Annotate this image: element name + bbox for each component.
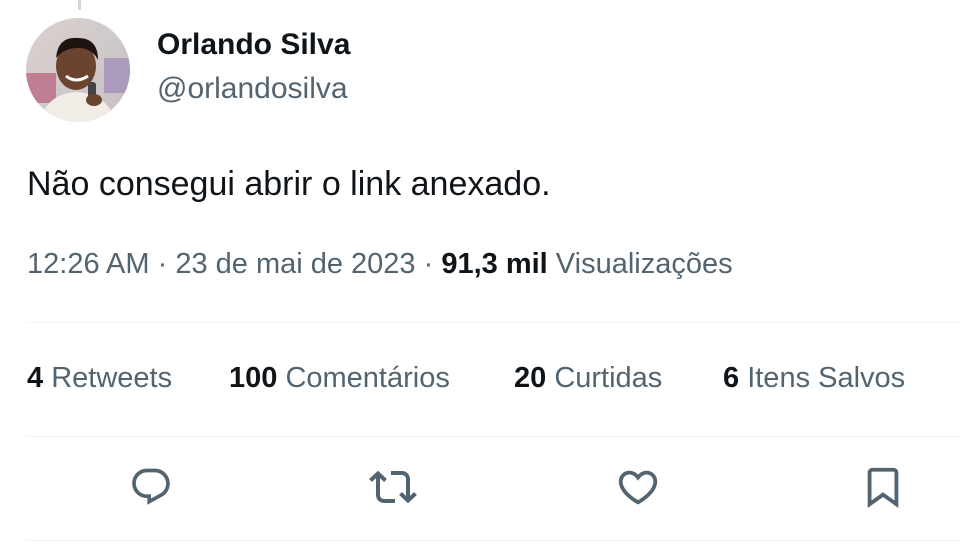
like-icon	[618, 470, 658, 505]
retweets-count: 4	[27, 362, 44, 394]
thread-connector-line	[78, 0, 81, 10]
comments-count: 100	[229, 362, 278, 394]
reply-icon	[132, 468, 170, 505]
views-count: 91,3 mil	[441, 248, 548, 280]
tweet-meta: 12:26 AM · 23 de mai de 2023 · 91,3 mil …	[27, 248, 733, 281]
reply-button[interactable]	[126, 462, 176, 512]
likes-stat[interactable]: 20 Curtidas	[514, 362, 662, 395]
tweet-date[interactable]: 23 de mai de 2023	[175, 248, 415, 280]
author-display-name[interactable]: Orlando Silva	[157, 28, 350, 62]
retweets-stat[interactable]: 4 Retweets	[27, 362, 172, 395]
tweet-text: Não consegui abrir o link anexado.	[27, 165, 551, 203]
profile-photo	[26, 18, 130, 122]
like-button[interactable]	[613, 462, 663, 512]
author-handle[interactable]: @orlandosilva	[157, 72, 348, 106]
tweet-time[interactable]: 12:26 AM	[27, 248, 150, 280]
comments-stat[interactable]: 100 Comentários	[229, 362, 450, 395]
bookmarks-count: 6	[723, 362, 740, 394]
likes-label: Curtidas	[546, 362, 663, 394]
bookmark-icon	[867, 467, 899, 508]
views-label: Visualizações	[547, 248, 733, 280]
bookmark-button[interactable]	[858, 462, 908, 512]
retweets-label: Retweets	[43, 362, 173, 394]
avatar[interactable]	[26, 18, 130, 122]
retweet-icon	[369, 470, 417, 504]
bookmarks-stat[interactable]: 6 Itens Salvos	[723, 362, 905, 395]
retweet-button[interactable]	[368, 462, 418, 512]
meta-separator: ·	[415, 248, 442, 280]
divider	[27, 436, 960, 437]
bookmarks-label: Itens Salvos	[739, 362, 906, 394]
likes-count: 20	[514, 362, 547, 394]
comments-label: Comentários	[277, 362, 450, 394]
meta-separator: ·	[149, 248, 176, 280]
divider	[27, 322, 960, 323]
divider	[27, 540, 960, 541]
